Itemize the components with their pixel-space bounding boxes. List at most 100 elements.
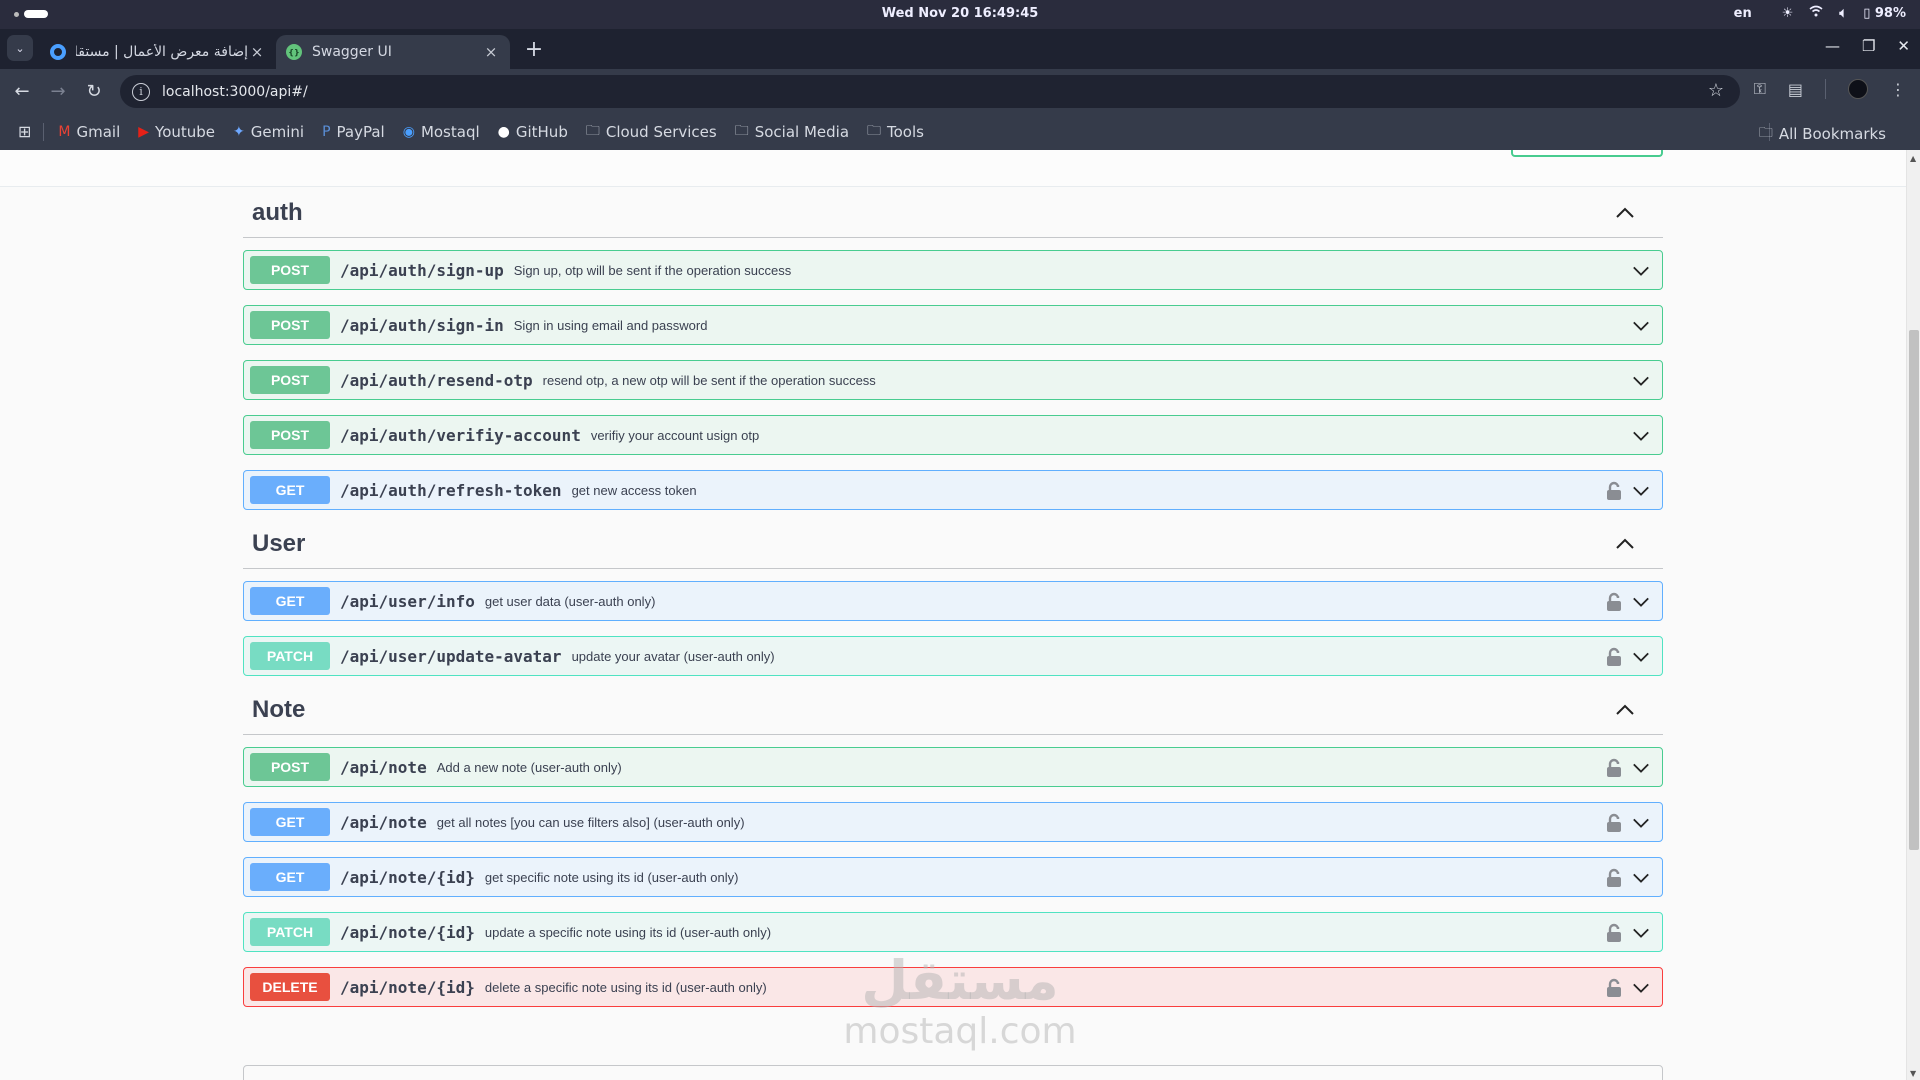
operation-path[interactable]: /api/note/{id} (340, 978, 475, 997)
swagger-icon: {} (286, 44, 302, 60)
all-bookmarks-button[interactable]: 🗀 All Bookmarks (1759, 122, 1886, 146)
operation-path[interactable]: /api/auth/verifiy-account (340, 426, 581, 445)
new-tab-button[interactable]: + (520, 35, 548, 63)
operation-path[interactable]: /api/auth/sign-up (340, 261, 504, 280)
tab-mostaql[interactable]: إضافة معرض الأعمال | مستقل × (40, 35, 276, 69)
chevron-down-icon[interactable] (1632, 372, 1650, 390)
operation-post[interactable]: POST/api/auth/sign-up Sign up, otp will b… (243, 250, 1663, 290)
operation-path[interactable]: /api/user/update-avatar (340, 647, 562, 666)
chevron-up-icon[interactable] (1615, 534, 1635, 554)
operation-path[interactable]: /api/auth/sign-in (340, 316, 504, 335)
unlocked-padlock-icon[interactable] (1606, 592, 1622, 612)
operation-post[interactable]: POST/api/note Add a new note (user-auth o… (243, 747, 1663, 787)
operation-get[interactable]: GET/api/auth/refresh-token get new access… (243, 470, 1663, 510)
bookmark-youtube[interactable]: ▶ Youtube (138, 123, 215, 141)
apps-grid-icon[interactable]: ⊞ (18, 122, 31, 141)
minimize-icon[interactable]: — (1825, 37, 1840, 55)
operation-get[interactable]: GET/api/note get all notes [you can use f… (243, 802, 1663, 842)
authorize-button[interactable] (1511, 150, 1663, 157)
scroll-down-arrow-icon[interactable]: ▼ (1910, 1069, 1916, 1078)
operation-delete[interactable]: DELETE/api/note/{id} delete a specific no… (243, 967, 1663, 1007)
scroll-up-arrow-icon[interactable]: ▲ (1910, 154, 1916, 163)
bookmark-gemini[interactable]: ✦ Gemini (233, 123, 304, 141)
tab-search-button[interactable]: ⌄ (7, 35, 33, 61)
bookmark-paypal[interactable]: P PayPal (322, 123, 385, 141)
bookmark-star-icon[interactable]: ☆ (1708, 80, 1724, 101)
bookmark-gmail[interactable]: M Gmail (58, 123, 120, 141)
profile-avatar[interactable] (1848, 79, 1868, 99)
operation-patch[interactable]: PATCH/api/user/update-avatar update your … (243, 636, 1663, 676)
tag-section-note[interactable]: Note (243, 685, 1663, 735)
operation-path[interactable]: /api/note (340, 813, 427, 832)
tag-section-user[interactable]: User (243, 519, 1663, 569)
operation-get[interactable]: GET/api/note/{id} get specific note using… (243, 857, 1663, 897)
volume-icon: 🔈︎ (1839, 5, 1848, 21)
close-tab-icon[interactable]: × (482, 43, 500, 61)
bookmark-folder-social-media[interactable]: 🗀 Social Media (735, 120, 849, 144)
system-tray[interactable]: en ☀ 🔈︎ ▯ 98% (1734, 5, 1906, 21)
close-tab-icon[interactable]: × (248, 43, 266, 61)
operation-path[interactable]: /api/user/info (340, 592, 475, 611)
site-info-icon[interactable]: i (132, 82, 150, 101)
chevron-down-icon[interactable] (1632, 869, 1650, 887)
unlocked-padlock-icon[interactable] (1606, 868, 1622, 888)
chevron-down-icon[interactable] (1632, 924, 1650, 942)
operation-path[interactable]: /api/note/{id} (340, 923, 475, 942)
operation-post[interactable]: POST/api/auth/resend-otp resend otp, a ne… (243, 360, 1663, 400)
chevron-down-icon[interactable] (1632, 317, 1650, 335)
unlocked-padlock-icon[interactable] (1606, 481, 1622, 501)
tab-swagger-ui[interactable]: {} Swagger UI × (276, 35, 510, 69)
chevron-down-icon[interactable] (1632, 593, 1650, 611)
bookmark-folder-cloud-services[interactable]: 🗀 Cloud Services (586, 120, 717, 144)
close-window-icon[interactable]: ✕ (1897, 37, 1910, 55)
operation-path[interactable]: /api/auth/resend-otp (340, 371, 533, 390)
tag-name[interactable]: User (252, 530, 305, 558)
chevron-up-icon[interactable] (1615, 203, 1635, 223)
operation-path[interactable]: /api/auth/refresh-token (340, 481, 562, 500)
address-bar[interactable]: i localhost:3000/api#/ ☆ (120, 75, 1740, 108)
chevron-down-icon[interactable] (1632, 427, 1650, 445)
unlocked-padlock-icon[interactable] (1606, 813, 1622, 833)
tag-name[interactable]: Note (252, 696, 305, 724)
operation-post[interactable]: POST/api/auth/verifiy-account verifiy you… (243, 415, 1663, 455)
http-method-badge: POST (250, 311, 330, 339)
operation-path[interactable]: /api/note (340, 758, 427, 777)
system-clock[interactable]: Wed Nov 20 16:49:45 (0, 6, 1920, 21)
schemas-section[interactable] (243, 1065, 1663, 1080)
menu-kebab-icon[interactable]: ⋮ (1890, 80, 1906, 99)
bookmark-mostaql[interactable]: ◉ Mostaql (403, 123, 480, 141)
url-text[interactable]: localhost:3000/api#/ (162, 84, 308, 100)
tag-name[interactable]: auth (252, 199, 303, 227)
password-key-icon[interactable]: ⚿ (1754, 79, 1766, 99)
chevron-down-icon[interactable] (1632, 759, 1650, 777)
unlocked-padlock-icon[interactable] (1606, 978, 1622, 998)
operation-patch[interactable]: PATCH/api/note/{id} update a specific not… (243, 912, 1663, 952)
chevron-down-icon[interactable] (1632, 482, 1650, 500)
unlocked-padlock-icon[interactable] (1606, 647, 1622, 667)
forward-button[interactable]: → (46, 79, 70, 103)
back-button[interactable]: ← (10, 79, 34, 103)
tag-section-auth[interactable]: auth (243, 188, 1663, 238)
chevron-down-icon[interactable] (1632, 648, 1650, 666)
http-method-badge: GET (250, 587, 330, 615)
scrollbar-thumb[interactable] (1909, 330, 1919, 850)
chevron-up-icon[interactable] (1615, 700, 1635, 720)
chevron-down-icon[interactable] (1632, 814, 1650, 832)
operation-post[interactable]: POST/api/auth/sign-in Sign in using email… (243, 305, 1663, 345)
unlocked-padlock-icon[interactable] (1606, 923, 1622, 943)
bookmark-github[interactable]: ● GitHub (498, 123, 568, 141)
battery-status: ▯ 98% (1863, 6, 1906, 21)
reading-list-icon[interactable]: ▤ (1788, 80, 1803, 99)
chevron-down-icon[interactable] (1632, 262, 1650, 280)
bookmark-label: All Bookmarks (1778, 125, 1886, 143)
chevron-down-icon[interactable] (1632, 979, 1650, 997)
reload-button[interactable]: ↻ (82, 79, 106, 103)
operation-path[interactable]: /api/note/{id} (340, 868, 475, 887)
language-indicator[interactable]: en (1734, 6, 1752, 21)
bookmark-folder-tools[interactable]: 🗀 Tools (867, 120, 924, 144)
operation-get[interactable]: GET/api/user/info get user data (user-aut… (243, 581, 1663, 621)
page-scrollbar[interactable]: ▲ ▼ (1906, 150, 1920, 1080)
unlocked-padlock-icon[interactable] (1606, 758, 1622, 778)
restore-icon[interactable]: ❐ (1862, 37, 1875, 55)
bookmark-label: GitHub (515, 122, 568, 141)
